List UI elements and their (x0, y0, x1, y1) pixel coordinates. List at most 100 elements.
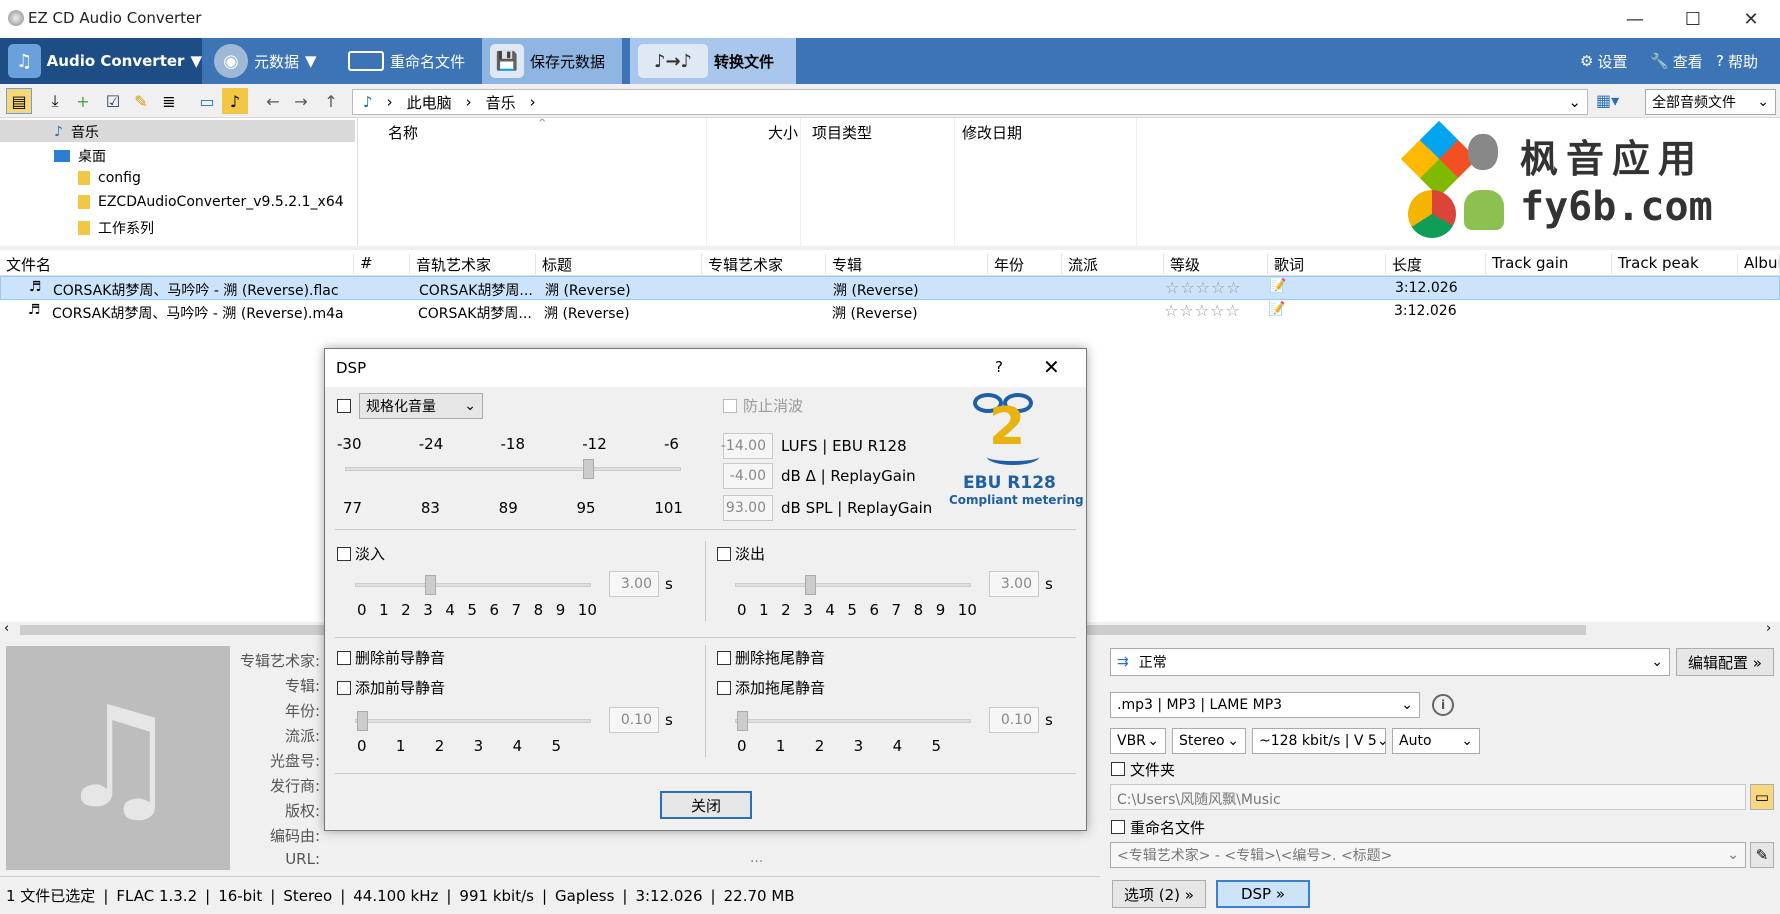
view-mode-icon[interactable]: ▦▾ (1596, 91, 1619, 110)
tree-item-ezcd-folder[interactable]: EZCDAudioConverter_v9.5.2.1_x64 (78, 194, 344, 210)
help-button[interactable]: ? 帮助 (1716, 38, 1758, 84)
rename-pattern-input[interactable]: <专辑艺术家> - <专辑>\<编号>. <标题> ⌄ (1110, 842, 1746, 868)
col-type[interactable]: 项目类型 (812, 122, 872, 143)
close-button[interactable]: 关闭 (660, 791, 752, 819)
delete-trailing-silence-checkbox[interactable] (717, 651, 731, 665)
fadein-input[interactable]: 3.00 (609, 571, 659, 597)
anticlip-checkbox[interactable] (723, 399, 737, 413)
lyrics-edit-icon[interactable]: 📝 (1269, 278, 1286, 294)
table-row[interactable]: ♬ CORSAK胡梦周、马吟吟 - 溯 (Reverse).m4a CORSAK… (0, 300, 1780, 324)
save-metadata-button[interactable]: 💾 保存元数据 (482, 38, 622, 84)
browse-folder-icon[interactable]: ▭ (1750, 784, 1774, 810)
help-icon[interactable]: ? (995, 358, 1003, 376)
lufs-input[interactable]: -14.00 (721, 433, 773, 459)
col-track-gain[interactable]: Track gain (1486, 254, 1612, 274)
channels-select[interactable]: Stereo ⌄ (1172, 728, 1246, 754)
col-album[interactable]: 专辑 (826, 254, 988, 274)
add-files-icon[interactable]: ⤓ (42, 88, 68, 114)
col-genre[interactable]: 流派 (1062, 254, 1164, 274)
format-select[interactable]: .mp3 | MP3 | LAME MP3 ⌄ (1110, 692, 1420, 718)
dsp-button[interactable]: DSP » (1216, 880, 1310, 908)
file-type-filter[interactable]: 全部音频文件 ⌄ (1645, 89, 1776, 115)
settings-button[interactable]: ⚙ 设置 (1580, 38, 1627, 84)
checkbox-icon[interactable]: ☑ (100, 88, 126, 114)
metadata-button[interactable]: ◉ 元数据 ▼ (206, 38, 336, 84)
add-icon[interactable]: + (70, 88, 96, 114)
leading-silence-slider-track[interactable] (355, 719, 591, 723)
col-title[interactable]: 标题 (536, 254, 702, 274)
rename-checkbox[interactable] (1111, 820, 1125, 834)
normalize-mode-select[interactable]: 规格化音量 ⌄ (359, 393, 483, 419)
rename-files-button[interactable]: 重命名文件 (340, 38, 480, 84)
trailing-silence-slider-thumb[interactable] (737, 711, 748, 731)
fadein-slider-track[interactable] (355, 583, 591, 587)
db-delta-input[interactable]: -4.00 (723, 463, 773, 489)
audio-converter-button[interactable]: ♫ Audio Converter ▼ (0, 38, 202, 84)
address-bar[interactable]: ♪ › 此电脑 › 音乐 › ⌄ (352, 89, 1588, 115)
clear-brush-icon[interactable]: ✎ (128, 88, 154, 114)
normalize-slider-thumb[interactable] (583, 459, 594, 479)
col-album-gain[interactable]: Album (1738, 254, 1780, 274)
add-leading-silence-checkbox[interactable] (337, 681, 351, 695)
col-length[interactable]: 长度 (1386, 254, 1486, 274)
quality-select[interactable]: Auto ⌄ (1392, 728, 1480, 754)
info-icon[interactable]: i (1432, 694, 1454, 716)
music-folder-icon[interactable]: ♪ (222, 88, 248, 114)
forward-arrow-icon[interactable]: → (288, 88, 314, 114)
col-track-no[interactable]: # (354, 254, 410, 274)
close-window-icon[interactable]: ✕ (1722, 0, 1780, 38)
computer-icon[interactable]: ▭ (194, 88, 220, 114)
tree-item-desktop[interactable]: 桌面 (54, 146, 106, 166)
normalize-slider-track[interactable] (345, 467, 681, 471)
leading-silence-input[interactable]: 0.10 (609, 707, 659, 733)
rating-stars[interactable]: ☆☆☆☆☆ (1164, 301, 1241, 320)
more-fields-ellipsis[interactable]: ... (750, 850, 763, 866)
col-rating[interactable]: 等级 (1164, 254, 1268, 274)
add-trailing-silence-checkbox[interactable] (717, 681, 731, 695)
options-button[interactable]: 选项 (2) » (1112, 880, 1206, 908)
tree-item-music[interactable]: ♪ 音乐 (54, 122, 99, 142)
lyrics-edit-icon[interactable]: 📝 (1268, 301, 1285, 317)
edit-pattern-icon[interactable]: ✎ (1750, 842, 1774, 868)
col-modified[interactable]: 修改日期 (962, 122, 1022, 143)
folder-path-input[interactable]: C:\Users\风随风飘\Music (1110, 784, 1746, 810)
profile-select[interactable]: ⇉ 正常 ⌄ (1110, 648, 1670, 676)
chevron-left-icon[interactable]: ‹ (4, 621, 9, 636)
col-album-artist[interactable]: 专辑艺术家 (702, 254, 826, 274)
delete-leading-silence-checkbox[interactable] (337, 651, 351, 665)
chevron-down-icon[interactable]: ⌄ (1568, 93, 1581, 111)
maximize-icon[interactable]: ☐ (1664, 0, 1722, 38)
folder-view-icon[interactable]: ▤ (6, 88, 32, 114)
rating-stars[interactable]: ☆☆☆☆☆ (1165, 278, 1242, 297)
up-arrow-icon[interactable]: ↑ (318, 88, 344, 114)
col-lyrics[interactable]: 歌词 (1268, 254, 1386, 274)
col-track-peak[interactable]: Track peak (1612, 254, 1738, 274)
breadcrumb-this-pc[interactable]: 此电脑 (407, 92, 452, 113)
col-year[interactable]: 年份 (988, 254, 1062, 274)
normalize-checkbox[interactable] (337, 399, 351, 413)
minimize-icon[interactable]: — (1606, 0, 1664, 38)
col-size[interactable]: 大小 (768, 122, 798, 143)
close-dialog-icon[interactable]: ✕ (1043, 355, 1060, 379)
col-filename[interactable]: 文件名 (0, 254, 354, 274)
mode-select[interactable]: VBR ⌄ (1110, 728, 1166, 754)
fadeout-slider-track[interactable] (735, 583, 971, 587)
fadeout-checkbox[interactable] (717, 547, 731, 561)
bitrate-select[interactable]: ~128 kbit/s | V 5 ⌄ (1252, 728, 1389, 754)
trailing-silence-slider-track[interactable] (735, 719, 971, 723)
edit-profile-button[interactable]: 编辑配置 » (1676, 648, 1774, 676)
db-spl-input[interactable]: 93.00 (723, 495, 773, 521)
fadein-slider-thumb[interactable] (425, 575, 436, 595)
fadein-checkbox[interactable] (337, 547, 351, 561)
playlist-icon[interactable]: ≣ (156, 88, 182, 114)
tree-item-work[interactable]: 工作系列 (78, 218, 154, 238)
chevron-right-icon[interactable]: › (1766, 621, 1771, 636)
view-button[interactable]: 🔧 查看 (1650, 38, 1703, 84)
breadcrumb-music[interactable]: 音乐 (486, 92, 516, 113)
leading-silence-slider-thumb[interactable] (357, 711, 368, 731)
convert-files-button[interactable]: ♪→♪ 转换文件 (630, 38, 796, 84)
col-track-artist[interactable]: 音轨艺术家 (410, 254, 536, 274)
col-name[interactable]: 名称 (388, 122, 418, 143)
back-arrow-icon[interactable]: ← (260, 88, 286, 114)
table-row[interactable]: ♬ CORSAK胡梦周、马吟吟 - 溯 (Reverse).flac CORSA… (0, 276, 1780, 300)
